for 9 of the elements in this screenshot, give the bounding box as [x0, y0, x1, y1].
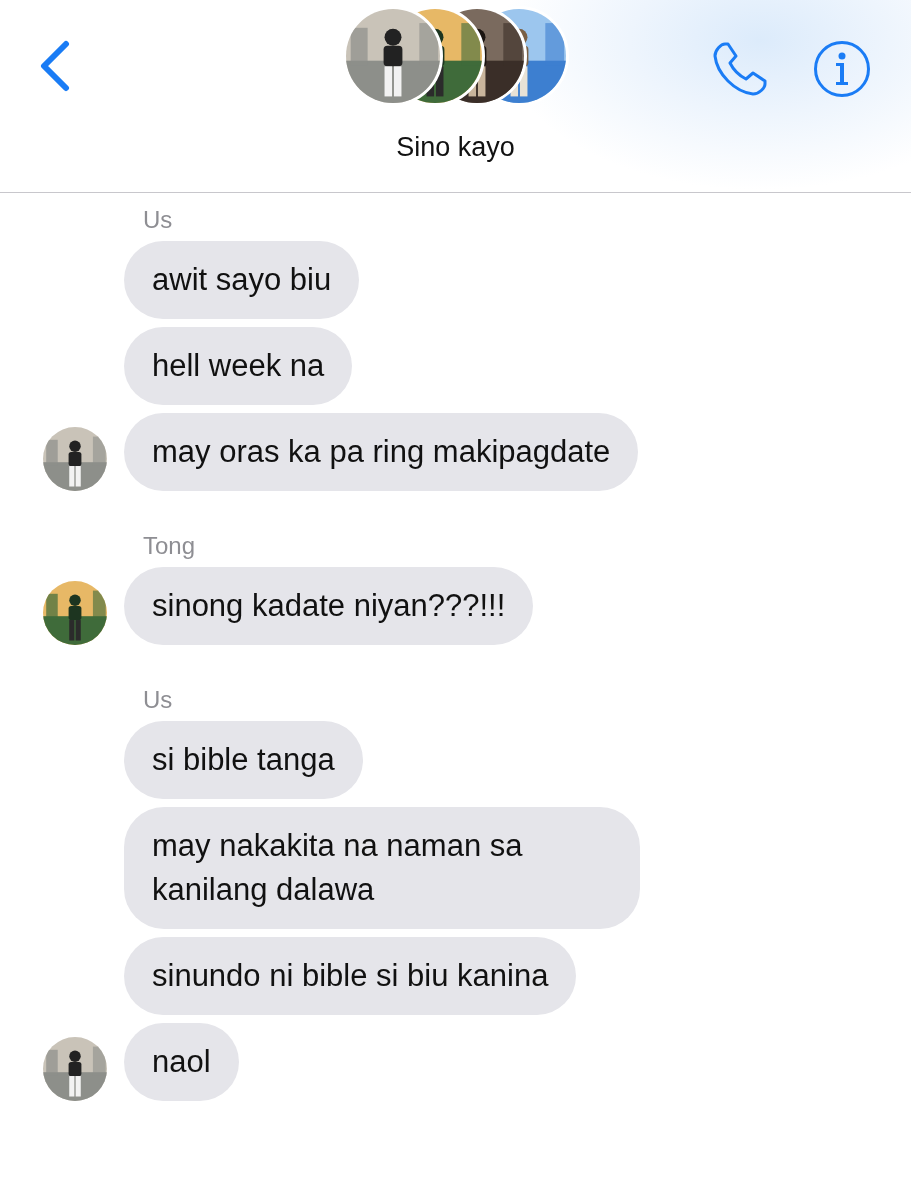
message-bubble: sinundo ni bible si biu kanina [124, 937, 577, 1015]
sender-name: Us [143, 205, 173, 235]
conversation-title: Sino kayo [396, 132, 515, 163]
sender-name: Us [143, 685, 173, 715]
message-bubble: si bible tanga [124, 721, 363, 799]
message-bubble: awit sayo biu [124, 241, 360, 319]
message-bubble: hell week na [124, 327, 353, 405]
message-bubble: may nakakita na naman sa kanilang dalawa [124, 807, 640, 929]
sender-name: Tong [143, 531, 196, 561]
